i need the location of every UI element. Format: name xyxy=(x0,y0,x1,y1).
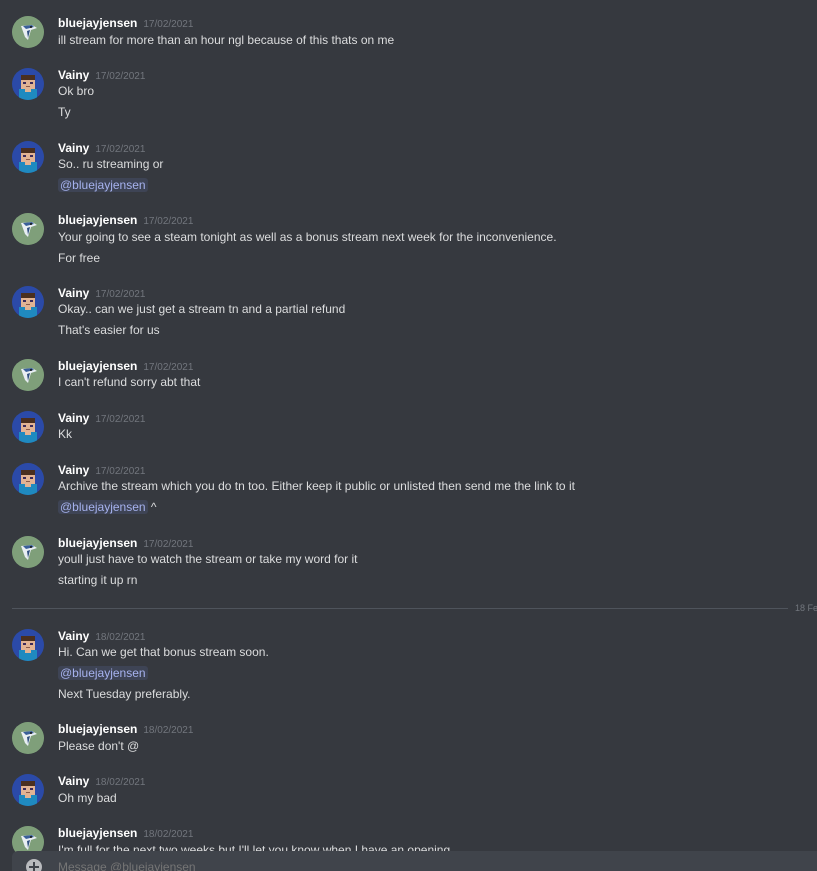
chat-view: bluejayjensen 17/02/2021 ill stream for m… xyxy=(0,0,817,871)
message-header: Vainy 18/02/2021 xyxy=(58,773,145,789)
bluejay-avatar-icon[interactable] xyxy=(12,359,44,391)
message-text-suffix: ^ xyxy=(147,500,157,514)
message-text: Oh my bad xyxy=(58,791,117,805)
username[interactable]: Vainy xyxy=(58,629,89,643)
message-text: For free xyxy=(58,251,101,265)
message-text: Ty xyxy=(58,105,71,119)
message-text: Kk xyxy=(58,427,73,441)
date-divider xyxy=(12,608,788,609)
timestamp: 17/02/2021 xyxy=(143,19,194,30)
username[interactable]: bluejayjensen xyxy=(58,826,137,840)
message-header: bluejayjensen 17/02/2021 xyxy=(58,212,193,228)
message-composer xyxy=(12,851,817,871)
message-header: bluejayjensen 18/02/2021 xyxy=(58,825,193,841)
username[interactable]: bluejayjensen xyxy=(58,536,137,550)
message-text: Please don't @ xyxy=(58,739,140,753)
vainy-avatar-icon[interactable] xyxy=(12,286,44,318)
message-text: That's easier for us xyxy=(58,323,160,337)
message-text: starting it up rn xyxy=(58,573,138,587)
message-header: bluejayjensen 17/02/2021 xyxy=(58,535,193,551)
vainy-avatar-icon[interactable] xyxy=(12,463,44,495)
username[interactable]: Vainy xyxy=(58,774,89,788)
message-text: So.. ru streaming or xyxy=(58,157,164,171)
vainy-avatar-icon[interactable] xyxy=(12,68,44,100)
message-text: ill stream for more than an hour ngl bec… xyxy=(58,33,395,47)
message-header: Vainy 17/02/2021 xyxy=(58,67,145,83)
bluejay-avatar-icon[interactable] xyxy=(12,722,44,754)
username[interactable]: Vainy xyxy=(58,286,89,300)
message-header: bluejayjensen 18/02/2021 xyxy=(58,721,193,737)
message-text: @bluejayjensen ^ xyxy=(58,499,157,515)
message-text: @bluejayjensen xyxy=(58,177,148,193)
bluejay-avatar-icon[interactable] xyxy=(12,16,44,48)
message-header: bluejayjensen 17/02/2021 xyxy=(58,15,193,31)
username[interactable]: Vainy xyxy=(58,411,89,425)
message-header: bluejayjensen 17/02/2021 xyxy=(58,358,193,374)
user-mention[interactable]: @bluejayjensen xyxy=(58,666,148,680)
timestamp: 17/02/2021 xyxy=(95,414,146,425)
timestamp: 17/02/2021 xyxy=(95,466,146,477)
user-mention[interactable]: @bluejayjensen xyxy=(58,500,148,514)
message-header: Vainy 17/02/2021 xyxy=(58,140,145,156)
vainy-avatar-icon[interactable] xyxy=(12,774,44,806)
username[interactable]: Vainy xyxy=(58,68,89,82)
date-divider-label: 18 Fel xyxy=(795,603,817,613)
username[interactable]: bluejayjensen xyxy=(58,359,137,373)
message-text: Archive the stream which you do tn too. … xyxy=(58,479,575,493)
message-text: Okay.. can we just get a stream tn and a… xyxy=(58,302,346,316)
timestamp: 18/02/2021 xyxy=(95,777,146,788)
timestamp: 17/02/2021 xyxy=(143,539,194,550)
timestamp: 17/02/2021 xyxy=(95,289,146,300)
message-header: Vainy 18/02/2021 xyxy=(58,628,145,644)
timestamp: 17/02/2021 xyxy=(143,362,194,373)
vainy-avatar-icon[interactable] xyxy=(12,411,44,443)
username[interactable]: bluejayjensen xyxy=(58,213,137,227)
timestamp: 17/02/2021 xyxy=(95,144,146,155)
message-text: I can't refund sorry abt that xyxy=(58,375,201,389)
message-text: Ok bro xyxy=(58,84,95,98)
message-header: Vainy 17/02/2021 xyxy=(58,285,145,301)
message-input[interactable] xyxy=(58,860,658,871)
username[interactable]: Vainy xyxy=(58,141,89,155)
message-text: Hi. Can we get that bonus stream soon. xyxy=(58,645,269,659)
bluejay-avatar-icon[interactable] xyxy=(12,536,44,568)
timestamp: 18/02/2021 xyxy=(95,632,146,643)
username[interactable]: bluejayjensen xyxy=(58,722,137,736)
timestamp: 17/02/2021 xyxy=(95,71,146,82)
message-text: Your going to see a steam tonight as wel… xyxy=(58,230,557,244)
bluejay-avatar-icon[interactable] xyxy=(12,213,44,245)
vainy-avatar-icon[interactable] xyxy=(12,629,44,661)
username[interactable]: bluejayjensen xyxy=(58,16,137,30)
user-mention[interactable]: @bluejayjensen xyxy=(58,178,148,192)
message-header: Vainy 17/02/2021 xyxy=(58,462,145,478)
vainy-avatar-icon[interactable] xyxy=(12,141,44,173)
timestamp: 17/02/2021 xyxy=(143,216,194,227)
timestamp: 18/02/2021 xyxy=(143,829,194,840)
add-attachment-icon[interactable] xyxy=(26,859,42,871)
timestamp: 18/02/2021 xyxy=(143,725,194,736)
message-text: Next Tuesday preferably. xyxy=(58,687,191,701)
username[interactable]: Vainy xyxy=(58,463,89,477)
message-text: youll just have to watch the stream or t… xyxy=(58,552,358,566)
message-header: Vainy 17/02/2021 xyxy=(58,410,145,426)
message-text: @bluejayjensen xyxy=(58,665,148,681)
